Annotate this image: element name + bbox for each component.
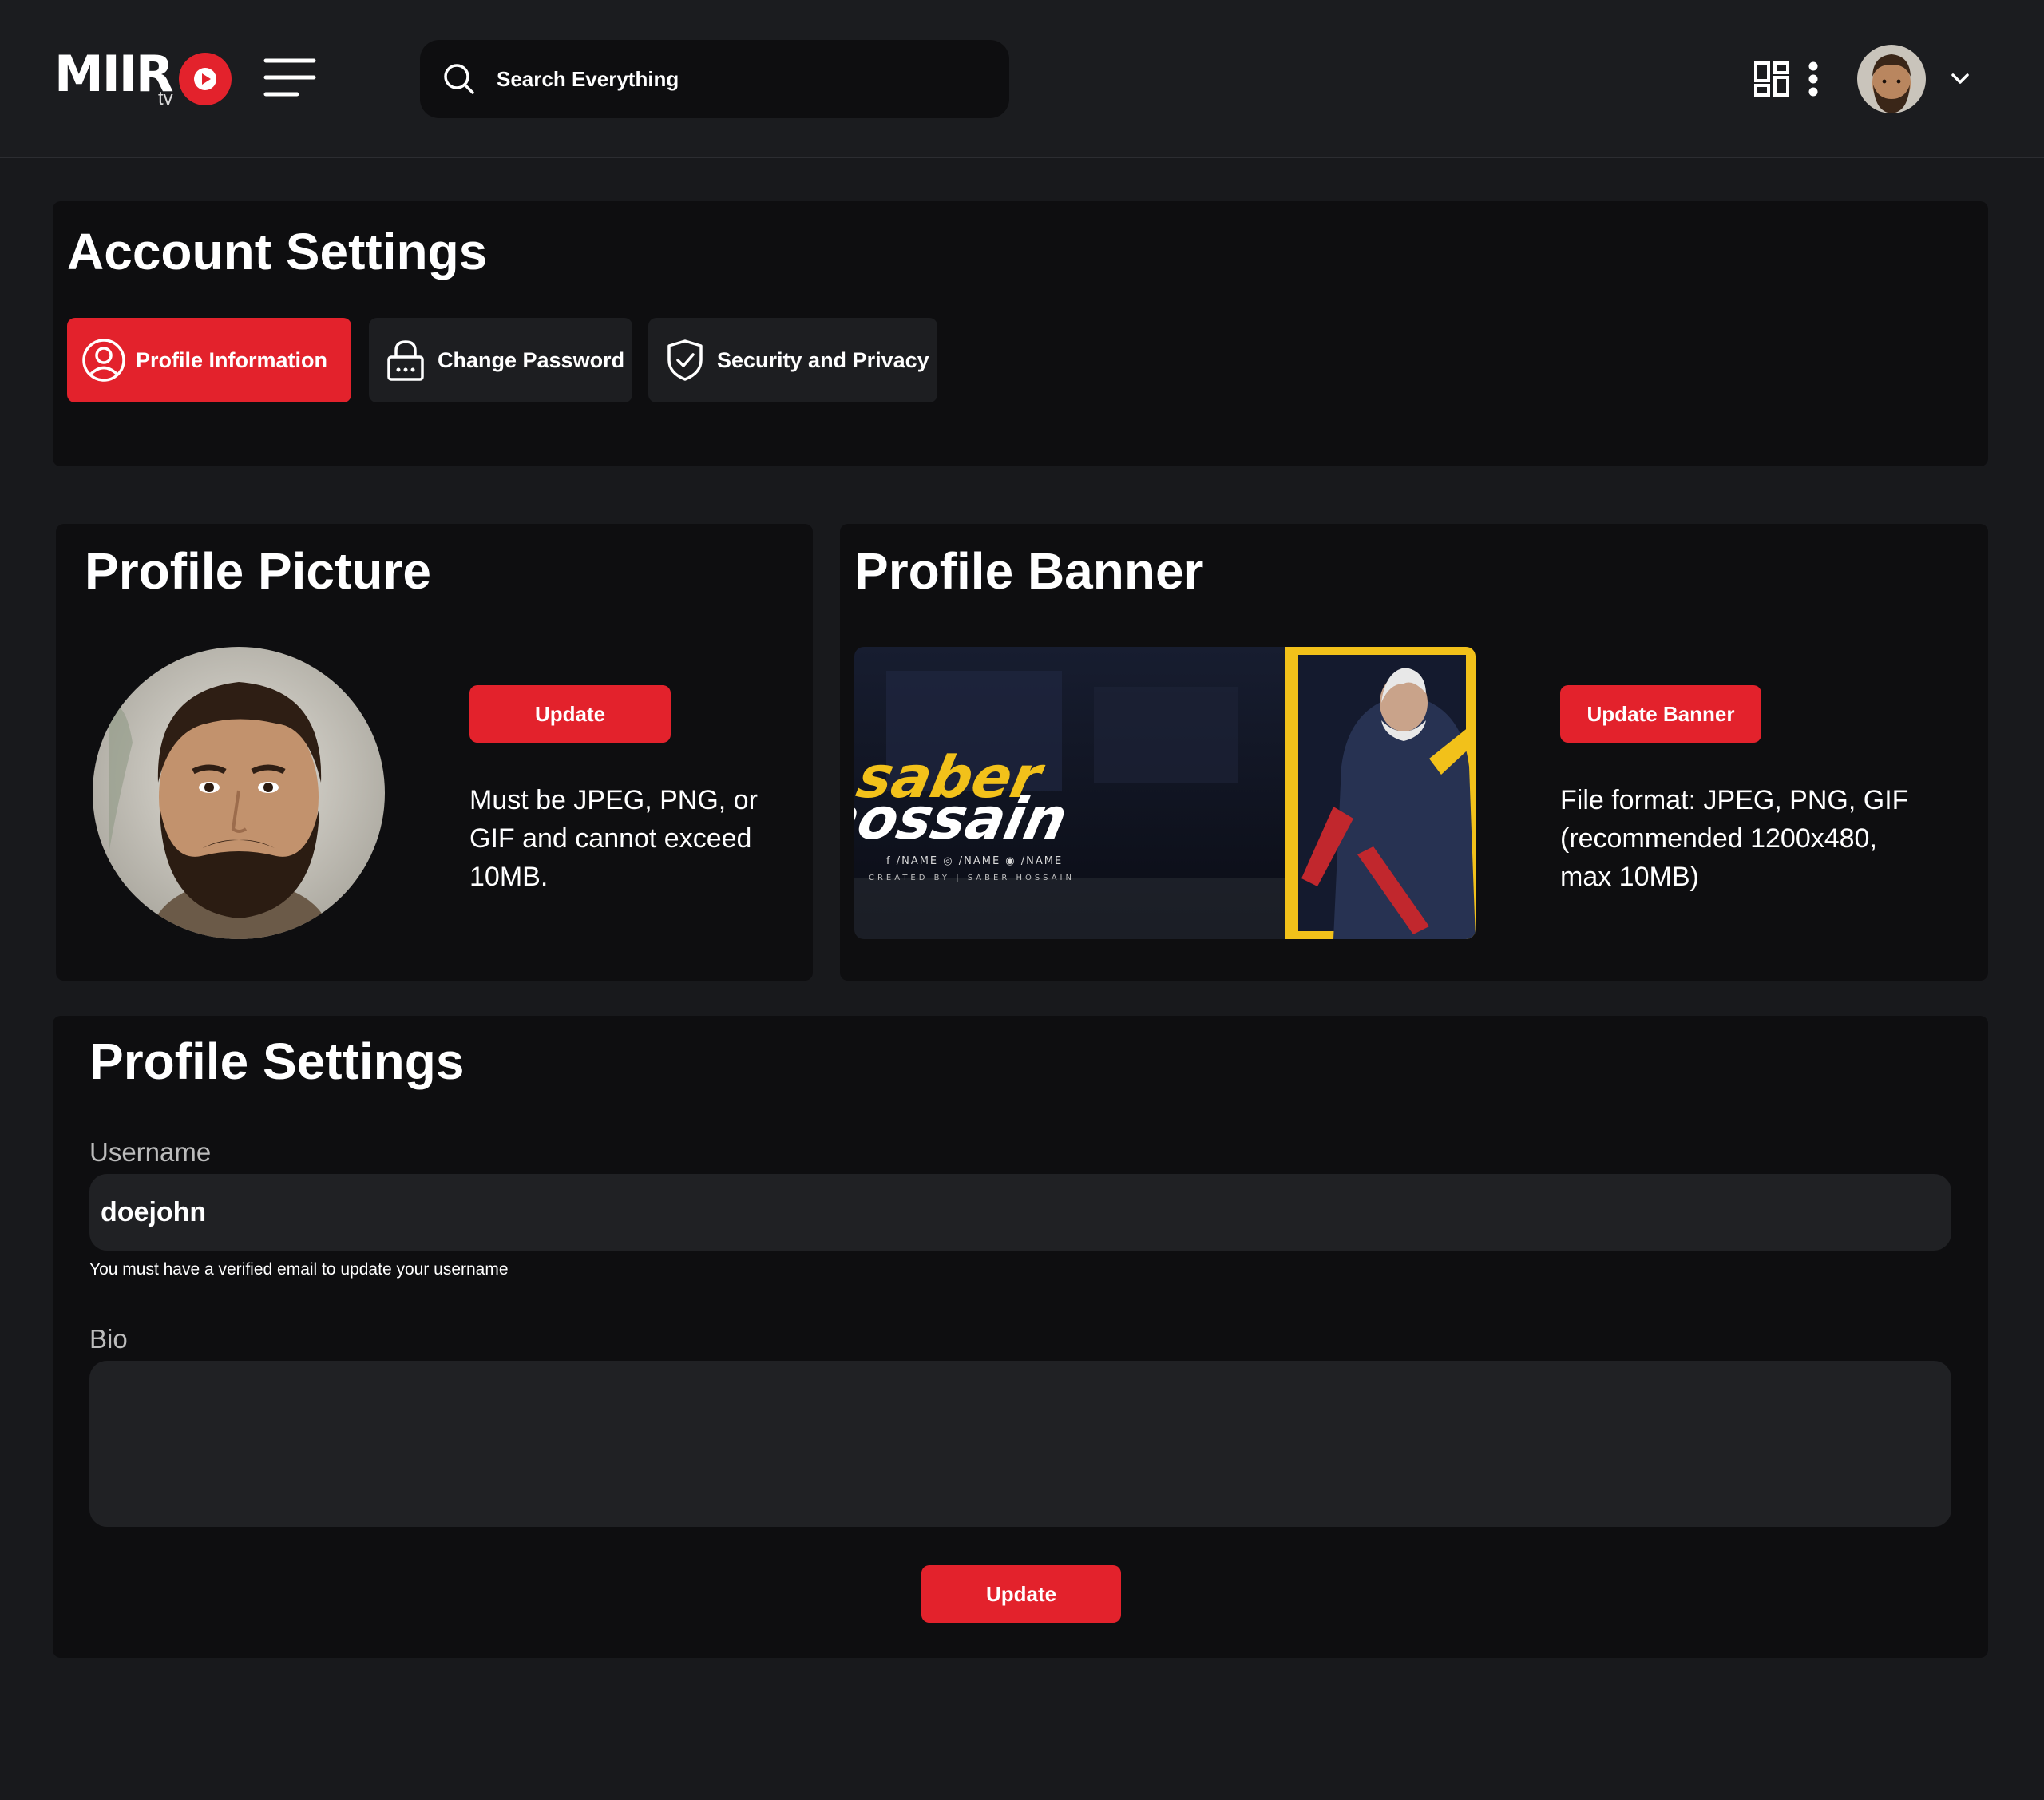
profile-settings-title: Profile Settings (89, 1033, 465, 1090)
search-input[interactable] (497, 40, 992, 118)
kebab-menu-icon[interactable] (1803, 61, 1824, 97)
shield-check-icon (663, 338, 707, 383)
user-avatar[interactable] (1857, 45, 1926, 113)
tab-label: Profile Information (136, 347, 328, 372)
username-input[interactable] (89, 1174, 1951, 1251)
lock-icon (383, 338, 428, 383)
user-circle-icon (81, 338, 126, 383)
chevron-down-icon[interactable] (1948, 67, 1972, 91)
page-title: Account Settings (67, 223, 488, 280)
tab-security-and-privacy[interactable]: Security and Privacy (648, 318, 937, 402)
bio-textarea[interactable] (89, 1361, 1951, 1527)
tab-label: Security and Privacy (717, 347, 929, 372)
banner-socials: f /NAME ◎ /NAME ◉ /NAME (886, 855, 1063, 867)
hamburger-menu-icon[interactable] (263, 56, 316, 99)
username-label: Username (89, 1137, 212, 1167)
update-profile-button[interactable]: Update (921, 1565, 1121, 1623)
account-settings-card: Account Settings Profile Information Cha… (53, 201, 1988, 466)
profile-banner-title: Profile Banner (854, 542, 1204, 600)
search-icon (442, 62, 476, 96)
banner-image: saber hossain f /NAME ◎ /NAME ◉ /NAME CR… (854, 647, 1476, 939)
profile-banner-note: File format: JPEG, PNG, GIF (recommended… (1560, 785, 1909, 892)
banner-credit: CREATED BY | SABER HOSSAIN (869, 874, 1075, 882)
update-picture-button[interactable]: Update (469, 685, 671, 743)
logo-subtext: tv (158, 88, 173, 109)
top-bar: MIIR tv (0, 0, 2044, 158)
bio-label: Bio (89, 1324, 128, 1354)
logo-text: MIIR (54, 45, 174, 103)
play-icon (179, 53, 232, 105)
profile-settings-card: Profile Settings Username You must have … (53, 1016, 1988, 1658)
banner-title-line2: hossain (854, 786, 1073, 853)
update-banner-button[interactable]: Update Banner (1560, 685, 1761, 743)
profile-photo (93, 647, 385, 939)
tab-label: Change Password (438, 347, 625, 372)
tab-change-password[interactable]: Change Password (369, 318, 632, 402)
grid-apps-icon[interactable] (1753, 61, 1790, 97)
profile-picture-note: Must be JPEG, PNG, or GIF and cannot exc… (469, 785, 758, 892)
tab-profile-information[interactable]: Profile Information (67, 318, 351, 402)
search-bar (420, 40, 1009, 118)
logo[interactable]: MIIR tv (54, 46, 238, 110)
profile-picture-title: Profile Picture (85, 542, 431, 600)
username-hint: You must have a verified email to update… (89, 1260, 509, 1279)
